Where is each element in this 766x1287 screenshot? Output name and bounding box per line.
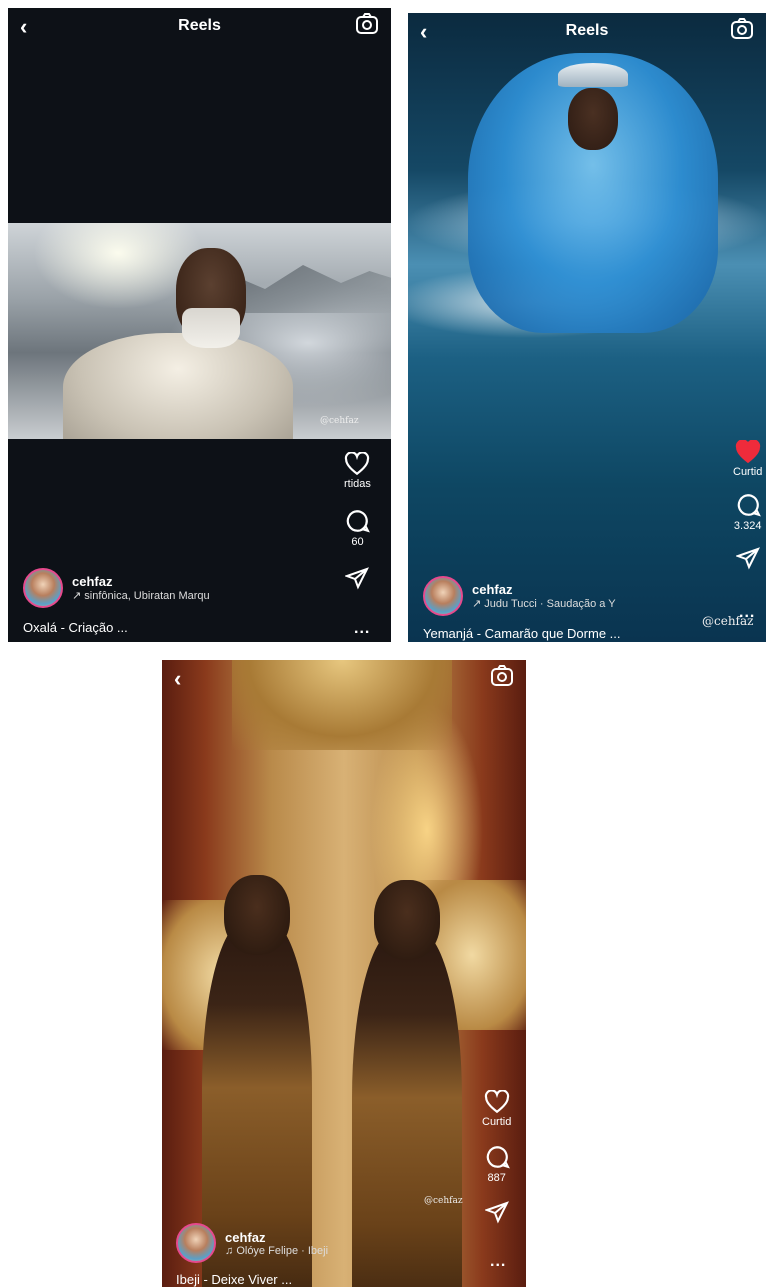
reel-ibeji: ‹ @cehfaz Curtid 887 cehfaz ♫ Olóye Feli… [162,660,526,1287]
like-label: Curtid [733,466,763,478]
reel-caption[interactable]: Yemanjá - Camarão que Dorme ... [423,626,621,641]
username[interactable]: cehfaz [472,582,616,597]
avatar[interactable] [23,568,63,608]
comment-count: 3.324 [733,520,762,532]
audio-track-label: sinfônica, Ubiratan Marqu [84,590,210,602]
audio-track-label: Judu Tucci · Saudação a Y [484,598,616,610]
reel-owner[interactable]: cehfaz ♫ Olóye Felipe · Ibeji [176,1223,328,1263]
camera-icon[interactable] [490,664,514,688]
comment-count: 887 [487,1172,506,1184]
reel-image-yemanja [408,13,766,642]
audio-track[interactable]: ↗ sinfônica, Ubiratan Marqu [72,589,210,602]
watermark: @cehfaz [424,1196,463,1206]
avatar[interactable] [176,1223,216,1263]
reels-header: ‹ Reels [408,13,766,49]
page-title: Reels [178,17,221,34]
reel-image-ibeji [162,660,526,1287]
back-icon[interactable]: ‹ [174,666,181,692]
reel-owner[interactable]: cehfaz ↗ sinfônica, Ubiratan Marqu [23,568,210,608]
reels-header: ‹ [162,660,526,696]
like-heart-icon[interactable] [484,1090,510,1114]
share-icon[interactable] [345,566,370,590]
action-rail: rtidas 60 [344,452,371,590]
back-icon[interactable]: ‹ [420,19,427,45]
watermark: @cehfaz [320,416,359,426]
username[interactable]: cehfaz [225,1230,328,1245]
comment-icon[interactable] [735,492,761,518]
audio-track-label: Olóye Felipe · Ibeji [236,1244,329,1257]
avatar[interactable] [423,576,463,616]
camera-icon[interactable] [730,17,754,41]
like-label: Curtid [482,1116,512,1128]
audio-arrow-icon: ↗ [72,590,82,602]
back-icon[interactable]: ‹ [20,14,27,40]
like-label: rtidas [344,478,371,490]
action-rail: Curtid 3.324 [733,440,762,570]
share-icon[interactable] [735,546,760,570]
reels-header: ‹ Reels [8,8,391,44]
music-note-icon: ♫ [225,1244,234,1257]
audio-arrow-icon: ↗ [472,598,482,610]
comment-icon[interactable] [344,508,371,534]
reel-owner[interactable]: cehfaz ↗ Judu Tucci · Saudação a Y [423,576,616,616]
reel-oxala: @cehfaz ‹ Reels rtidas 60 cehfaz ↗ sinfô… [8,8,391,642]
audio-track[interactable]: ♫ Olóye Felipe · Ibeji [225,1245,328,1257]
reel-caption[interactable]: Ibeji - Deixe Viver ... [176,1272,292,1287]
like-heart-icon[interactable] [735,440,761,464]
action-rail: Curtid 887 [482,1090,511,1224]
username[interactable]: cehfaz [72,574,210,589]
more-options-icon[interactable]: ... [354,620,370,638]
audio-track[interactable]: ↗ Judu Tucci · Saudação a Y [472,597,616,610]
reel-image-oxala: @cehfaz [8,223,391,439]
like-heart-icon[interactable] [344,452,370,476]
comment-icon[interactable] [484,1144,510,1170]
page-title: Reels [565,22,609,39]
reel-yemanja: ‹ Reels Curtid 3.324 cehfaz ↗ Judu Tucci… [408,13,766,642]
more-options-icon[interactable]: ... [739,604,755,622]
reel-caption[interactable]: Oxalá - Criação ... [23,620,128,635]
comment-count: 60 [351,536,364,548]
camera-icon[interactable] [355,12,379,36]
share-icon[interactable] [484,1200,509,1224]
more-options-icon[interactable]: ... [490,1253,506,1271]
